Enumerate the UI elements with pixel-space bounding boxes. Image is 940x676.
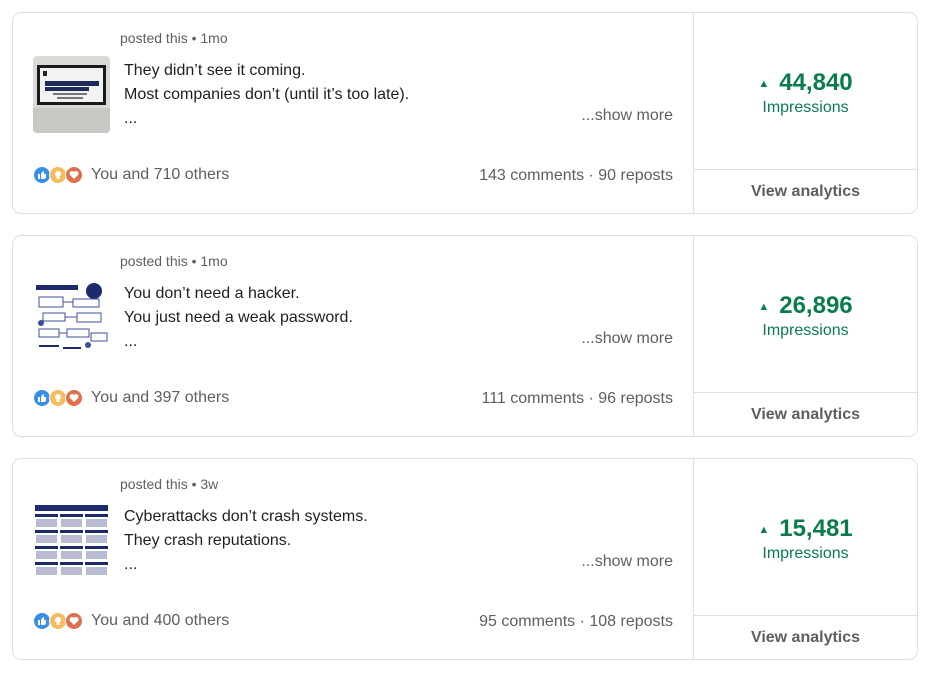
- post-text-line: You just need a weak password.: [124, 309, 353, 326]
- show-more-link[interactable]: ...show more: [581, 107, 673, 125]
- view-analytics-button[interactable]: View analytics: [694, 169, 917, 213]
- impressions-label: Impressions: [762, 322, 849, 339]
- post-thumbnail[interactable]: [33, 279, 110, 356]
- impressions-value: 15,481: [779, 515, 853, 542]
- analytics-panel: ▲ 26,896 Impressions View analytics: [693, 236, 917, 436]
- triangle-up-icon: ▲: [758, 524, 770, 536]
- love-reaction-icon: [65, 389, 83, 407]
- view-analytics-button[interactable]: View analytics: [694, 392, 917, 436]
- post-thumbnail[interactable]: [33, 502, 110, 579]
- love-reaction-icon: [65, 612, 83, 630]
- analytics-panel: ▲ 15,481 Impressions View analytics: [693, 459, 917, 659]
- comments-reposts-count[interactable]: 111 comments · 96 reposts: [482, 390, 674, 408]
- post-text-line: You don’t need a hacker.: [124, 285, 300, 302]
- post-text: Cyberattacks don’t crash systems. They c…: [124, 505, 368, 577]
- comments-reposts-count[interactable]: 95 comments · 108 reposts: [479, 613, 673, 631]
- triangle-up-icon: ▲: [758, 301, 770, 313]
- post-thumbnail[interactable]: [33, 56, 110, 133]
- show-more-link[interactable]: ...show more: [581, 330, 673, 348]
- post-text-line: ...: [124, 333, 138, 350]
- impressions-label: Impressions: [762, 99, 849, 116]
- show-more-link[interactable]: ...show more: [581, 553, 673, 571]
- post-text-line: Cyberattacks don’t crash systems.: [124, 508, 368, 525]
- love-reaction-icon: [65, 166, 83, 184]
- reactions[interactable]: You and 397 others: [33, 389, 229, 407]
- post-meta: posted this • 1mo: [120, 30, 228, 46]
- post-meta: posted this • 1mo: [120, 253, 228, 269]
- post-text-line: ...: [124, 110, 138, 127]
- impressions-stat: ▲ 15,481 Impressions: [694, 515, 917, 563]
- view-analytics-button[interactable]: View analytics: [694, 615, 917, 659]
- analytics-panel: ▲ 44,840 Impressions View analytics: [693, 13, 917, 213]
- post-text-line: They crash reputations.: [124, 532, 292, 549]
- impressions-label: Impressions: [762, 545, 849, 562]
- impressions-value: 44,840: [779, 69, 853, 96]
- triangle-up-icon: ▲: [758, 78, 770, 90]
- post-card: posted this • 1mo They didn’t see it com…: [12, 12, 918, 214]
- reactions-text: You and 400 others: [91, 612, 230, 629]
- post-content: posted this • 3w Cyberattacks don’t cras…: [13, 459, 693, 659]
- post-card: posted this • 3w Cyberattacks don’t cras…: [12, 458, 918, 660]
- impressions-value: 26,896: [779, 292, 853, 319]
- post-text-line: ...: [124, 556, 138, 573]
- post-text-line: They didn’t see it coming.: [124, 62, 306, 79]
- post-text: They didn’t see it coming. Most companie…: [124, 59, 409, 131]
- post-card: posted this • 1mo You don’t need a hacke…: [12, 235, 918, 437]
- post-content: posted this • 1mo They didn’t see it com…: [13, 13, 693, 213]
- reactions[interactable]: You and 710 others: [33, 166, 229, 184]
- reactions[interactable]: You and 400 others: [33, 612, 229, 630]
- reactions-text: You and 710 others: [91, 166, 230, 183]
- post-content: posted this • 1mo You don’t need a hacke…: [13, 236, 693, 436]
- comments-reposts-count[interactable]: 143 comments · 90 reposts: [479, 167, 673, 185]
- reactions-text: You and 397 others: [91, 389, 230, 406]
- post-text-line: Most companies don’t (until it’s too lat…: [124, 86, 410, 103]
- post-text: You don’t need a hacker. You just need a…: [124, 282, 353, 354]
- impressions-stat: ▲ 44,840 Impressions: [694, 69, 917, 117]
- post-meta: posted this • 3w: [120, 476, 219, 492]
- impressions-stat: ▲ 26,896 Impressions: [694, 292, 917, 340]
